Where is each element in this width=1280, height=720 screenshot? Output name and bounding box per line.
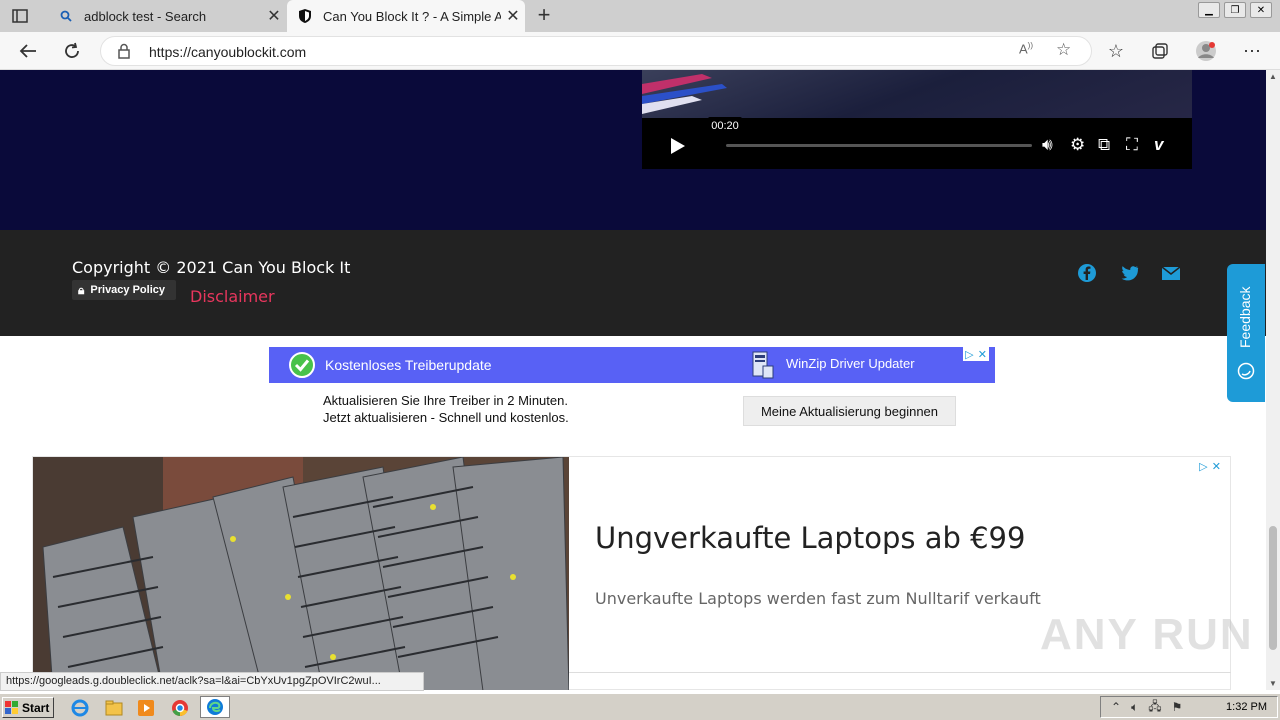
browser-toolbar: https://canyoublockit.com A)) ☆ ☆ ⋯: [0, 32, 1280, 70]
tab-strip: adblock test - Search ✕ Can You Block It…: [0, 0, 1280, 32]
privacy-policy-badge[interactable]: 🔒︎ Privacy Policy: [72, 280, 176, 300]
scrollbar-thumb[interactable]: [1269, 526, 1277, 650]
ad-headline[interactable]: Ungverkaufte Laptops ab €99: [595, 521, 1025, 555]
tab-canyoublockit[interactable]: Can You Block It ? - A Simple Ad Block T…: [287, 0, 525, 32]
twitter-icon[interactable]: [1119, 263, 1139, 283]
anyrun-watermark: ANY RUN: [1040, 610, 1254, 659]
folder-icon[interactable]: [104, 698, 124, 718]
window-controls: ▁ ❐ ✕: [1198, 2, 1272, 18]
action-center-flag-icon[interactable]: ⚑: [1172, 700, 1183, 714]
scroll-down-arrow-icon[interactable]: ▼: [1269, 679, 1277, 688]
edge-icon[interactable]: [200, 696, 230, 718]
ad-brand: WinZip Driver Updater: [786, 356, 915, 371]
laptops-image: [33, 457, 569, 690]
windows-logo-icon: [5, 700, 18, 714]
tab-actions-icon[interactable]: [8, 6, 32, 26]
video-thumbnail: [642, 74, 727, 114]
play-icon[interactable]: [670, 137, 686, 155]
restore-button[interactable]: ❐: [1224, 2, 1246, 18]
media-player-icon[interactable]: [136, 698, 156, 718]
driver-updater-ad[interactable]: Kostenloses Treiberupdate WinZip Driver …: [269, 347, 995, 426]
email-icon[interactable]: [1161, 263, 1181, 283]
checkmark-icon: [289, 352, 315, 378]
ad-title: Kostenloses Treiberupdate: [325, 357, 492, 373]
close-window-button[interactable]: ✕: [1250, 2, 1272, 18]
read-aloud-icon[interactable]: A)): [1019, 41, 1033, 56]
ie-icon[interactable]: [70, 698, 90, 718]
clock[interactable]: 1:32 PM: [1226, 701, 1267, 713]
computer-icon: [752, 351, 774, 379]
settings-icon[interactable]: ⚙: [1070, 135, 1085, 155]
url-text[interactable]: https://canyoublockit.com: [149, 44, 306, 60]
close-tab-icon[interactable]: ✕: [262, 6, 286, 26]
privacy-policy-label: Privacy Policy: [90, 284, 165, 296]
tab-title: adblock test - Search: [84, 8, 207, 24]
profile-avatar[interactable]: [1194, 39, 1218, 63]
search-icon: [58, 8, 74, 24]
refresh-icon[interactable]: [60, 39, 84, 63]
back-icon[interactable]: [16, 39, 40, 63]
ad-choices-icon[interactable]: ▷ ✕: [963, 347, 989, 361]
ad-cta-button[interactable]: Meine Aktualisierung beginnen: [743, 396, 956, 426]
windows-taskbar: Start ⌃ 🔈︎ 🖧 ⚑ 1:32 PM: [0, 693, 1280, 720]
ad-divider: [569, 672, 1231, 673]
network-icon[interactable]: 🖧: [1148, 697, 1161, 718]
ad-choices-icon[interactable]: ▷ ✕: [1197, 459, 1223, 473]
show-hidden-icons-icon[interactable]: ⌃: [1111, 700, 1121, 714]
shield-icon: [297, 8, 313, 24]
tab-title: Can You Block It ? - A Simple Ad Block T…: [323, 8, 501, 24]
speaker-icon[interactable]: 🔈︎: [1131, 700, 1138, 715]
web-page: 🔊︎ ⚙ ⧉ ⛶ v 00:20 Copyright © 2021 Can Yo…: [0, 70, 1266, 690]
lock-icon: 🔒︎: [78, 282, 85, 297]
status-link-url: https://googleads.g.doubleclick.net/aclk…: [0, 672, 424, 691]
more-menu-icon[interactable]: ⋯: [1240, 39, 1264, 63]
video-progress-bar[interactable]: [726, 144, 1032, 147]
facebook-icon[interactable]: [1077, 263, 1097, 283]
feedback-label: Feedback: [1237, 286, 1253, 348]
pip-icon[interactable]: ⧉: [1098, 135, 1110, 155]
fullscreen-icon[interactable]: ⛶: [1126, 135, 1138, 155]
system-tray: ⌃ 🔈︎ 🖧 ⚑ 1:32 PM: [1100, 696, 1278, 718]
video-time-tooltip: 00:20: [708, 117, 742, 135]
feedback-tab[interactable]: Feedback: [1227, 264, 1265, 402]
ad-subtext: Unverkaufte Laptops werden fast zum Null…: [595, 589, 1041, 608]
scroll-up-arrow-icon[interactable]: ▲: [1269, 72, 1277, 81]
copyright-text: Copyright © 2021 Can You Block It: [72, 258, 351, 277]
close-tab-icon[interactable]: ✕: [501, 6, 525, 26]
page-scrollbar[interactable]: ▲ ▼: [1266, 70, 1280, 690]
ad-text-line: Aktualisieren Sie Ihre Treiber in 2 Minu…: [323, 393, 568, 408]
chrome-icon[interactable]: [170, 698, 190, 718]
tab-adblock-search[interactable]: adblock test - Search ✕: [48, 0, 286, 32]
disclaimer-link[interactable]: Disclaimer: [190, 287, 275, 306]
lock-icon[interactable]: [117, 43, 133, 59]
start-button[interactable]: Start: [2, 697, 54, 718]
vimeo-icon[interactable]: v: [1154, 135, 1163, 155]
add-favorite-icon[interactable]: ☆: [1056, 40, 1071, 60]
address-bar[interactable]: https://canyoublockit.com A)) ☆: [100, 36, 1092, 66]
site-footer: Copyright © 2021 Can You Block It 🔒︎ Pri…: [0, 230, 1266, 336]
volume-icon[interactable]: 🔊︎: [1042, 135, 1053, 155]
new-tab-button[interactable]: +: [532, 4, 556, 28]
ad-text-line: Jetzt aktualisieren - Schnell und kosten…: [323, 410, 569, 425]
minimize-button[interactable]: ▁: [1198, 2, 1220, 18]
chat-icon: [1237, 362, 1255, 380]
start-label: Start: [22, 700, 50, 715]
collections-icon[interactable]: [1148, 39, 1172, 63]
favorites-icon[interactable]: ☆: [1104, 39, 1128, 63]
